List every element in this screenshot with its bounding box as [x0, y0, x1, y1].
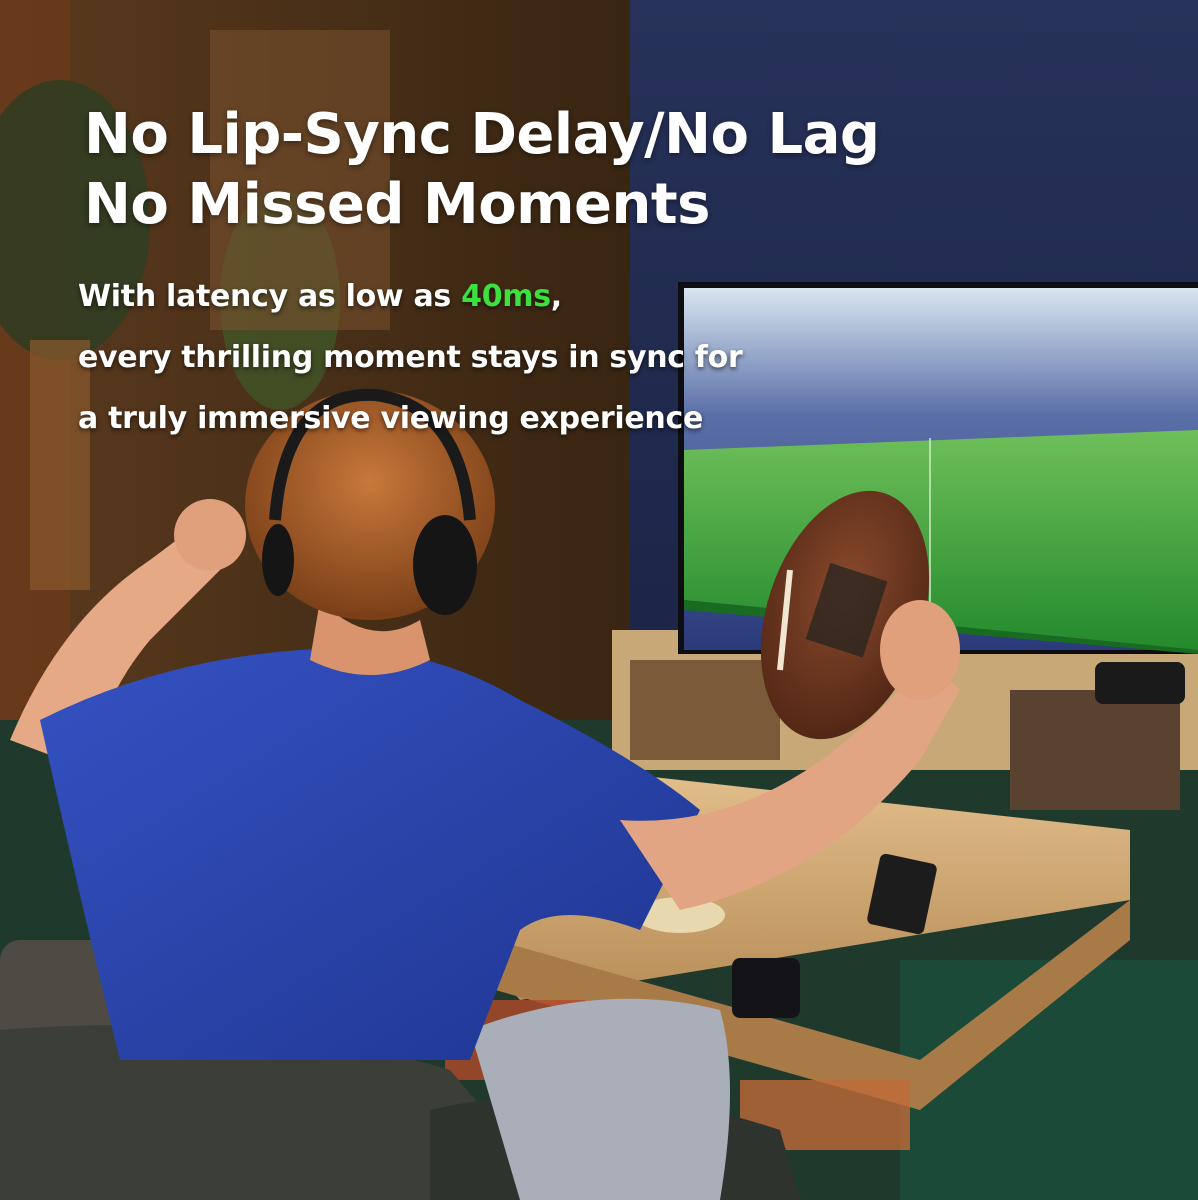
subtext-line-3: a truly immersive viewing experience — [78, 401, 703, 436]
headline-line-2: No Missed Moments — [84, 172, 710, 237]
earbud-case — [1095, 662, 1185, 704]
subtext-line-1-tail: , — [550, 279, 562, 314]
tv-icon — [678, 282, 1198, 654]
phone-icon — [732, 958, 800, 1018]
subtext-line-1-lead: With latency as low as — [78, 279, 462, 314]
headline-line-1: No Lip-Sync Delay/No Lag — [84, 102, 880, 167]
subtext-line-2: every thrilling moment stays in sync for — [78, 340, 743, 375]
headline: No Lip-Sync Delay/No Lag No Missed Momen… — [84, 100, 880, 240]
subtext: With latency as low as 40ms, every thril… — [78, 266, 743, 449]
subtext-line-1: With latency as low as 40ms, — [78, 266, 742, 327]
latency-value: 40ms — [461, 279, 551, 314]
